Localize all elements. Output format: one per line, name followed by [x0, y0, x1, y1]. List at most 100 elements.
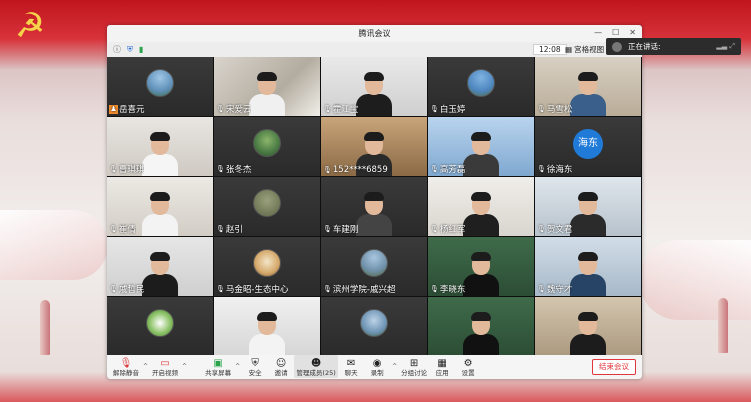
participant-tile[interactable]: 🎙 赵引 [214, 177, 320, 236]
participant-tile[interactable] [107, 297, 213, 356]
avatar [360, 309, 388, 337]
participant-name: 🎙 赵引 [216, 223, 243, 235]
participant-tile[interactable]: 海东 🎙 徐海东 [535, 117, 641, 176]
participant-video [354, 72, 394, 116]
video-grid: ♟ 岳喜元 🎙 宋爱云 🎙 霍江宝 🎙 白玉婷 🎙 马雪松 🎙 曹琪琪 🎙 张冬杰 🎙 152****6859… [107, 57, 642, 356]
participant-tile[interactable] [535, 297, 641, 356]
participant-tile[interactable] [214, 297, 320, 356]
participant-tile[interactable]: 🎙 贺文君 [535, 177, 641, 236]
meeting-toolbar: 🎙 解除静音 ^ ▭ 开启视频 ^ ▣ 共享屏幕 ^ ⛨ 安全 ☺ 邀请 ☻ 管… [107, 355, 642, 379]
chevron-up-icon[interactable]: ^ [235, 363, 240, 370]
audio-level-icon: ▂▃ ⤢ [716, 42, 735, 50]
participant-name: ♟ 岳喜元 [109, 103, 145, 115]
participant-name: 🎙 高芳磊 [430, 163, 465, 175]
participant-tile[interactable] [428, 297, 534, 356]
participant-tile[interactable]: ♟ 岳喜元 [107, 57, 213, 116]
unmute-button[interactable]: 🎙 解除静音 [111, 355, 141, 378]
mic-icon: 🎙 [323, 105, 332, 113]
video-button[interactable]: ▭ 开启视频 [150, 355, 180, 378]
participant-tile[interactable]: 🎙 霍江宝 [321, 57, 427, 116]
avatar [253, 189, 281, 217]
participant-name: 🎙 霍江宝 [323, 103, 358, 115]
participant-tile[interactable] [321, 297, 427, 356]
participant-video [247, 72, 287, 116]
shield-icon[interactable]: ⛨ [127, 45, 133, 55]
info-icon[interactable]: ⓘ [113, 44, 121, 55]
mic-icon: 🎙 [323, 166, 332, 174]
maximize-icon[interactable]: ☐ [612, 28, 619, 37]
gear-icon: ⚙ [463, 358, 473, 369]
participant-tile[interactable]: 🎙 车建刚 [321, 177, 427, 236]
participant-tile[interactable]: 🎙 马金昭-生态中心 [214, 237, 320, 296]
settings-button[interactable]: ⚙ 设置 [455, 355, 481, 378]
record-button[interactable]: ◉ 录制 [364, 355, 390, 378]
participant-name-text: 马金昭-生态中心 [225, 285, 289, 295]
participant-name-text: 曹琪琪 [118, 165, 145, 175]
participant-tile[interactable]: 🎙 宋爱云 [214, 57, 320, 116]
record-icon: ◉ [372, 358, 382, 369]
mic-icon: 🎙 [537, 105, 546, 113]
mic-icon: 🎙 [109, 285, 118, 293]
share-screen-button[interactable]: ▣ 共享屏幕 [203, 355, 233, 378]
participant-video [461, 192, 501, 236]
meeting-time: 12:08 [533, 44, 567, 55]
participant-name: 🎙 崔倩 [109, 223, 136, 235]
video-off-icon: ▭ [160, 358, 170, 369]
participant-video [568, 252, 608, 296]
participant-name: 🎙 马金昭-生态中心 [216, 283, 288, 295]
avatar [253, 249, 281, 277]
participant-name: 🎙 宋爱云 [216, 103, 251, 115]
chat-button[interactable]: ✉ 聊天 [338, 355, 364, 378]
close-icon[interactable]: ✕ [629, 28, 636, 37]
participant-video [140, 252, 180, 296]
participant-tile[interactable]: 🎙 杨红军 [428, 177, 534, 236]
mic-icon: 🎙 [109, 225, 118, 233]
end-meeting-button[interactable]: 结束会议 [592, 359, 636, 375]
chat-icon: ✉ [346, 358, 356, 369]
invite-icon: ☺ [275, 358, 287, 369]
mic-icon: 🎙 [216, 285, 225, 293]
chevron-up-icon[interactable]: ^ [143, 363, 148, 370]
avatar: 海东 [573, 129, 603, 159]
invite-button[interactable]: ☺ 邀请 [268, 355, 294, 378]
participant-video [568, 192, 608, 236]
participant-name-text: 岳喜元 [119, 105, 145, 115]
participant-name: 🎙 戚哲民 [109, 283, 144, 295]
mic-icon: 🎙 [537, 225, 546, 233]
signal-icon[interactable]: ▮ [139, 45, 143, 54]
participant-tile[interactable]: 🎙 戚哲民 [107, 237, 213, 296]
participant-tile[interactable]: 🎙 152****6859 [321, 117, 427, 176]
security-button[interactable]: ⛨ 安全 [242, 355, 268, 378]
participant-tile[interactable]: 🎙 高芳磊 [428, 117, 534, 176]
chevron-up-icon[interactable]: ^ [182, 363, 187, 370]
info-bar: ⓘ ⛨ ▮ 12:08 ▦ 宫格视图 [107, 42, 642, 57]
participant-name-text: 张冬杰 [225, 165, 252, 175]
chevron-up-icon[interactable]: ^ [392, 363, 397, 370]
participant-name: 🎙 车建刚 [323, 223, 358, 235]
host-icon: ♟ [109, 104, 118, 114]
participant-name: 🎙 152****6859 [323, 165, 388, 175]
participant-name: 🎙 李晓东 [430, 283, 465, 295]
participant-tile[interactable]: 🎙 崔倩 [107, 177, 213, 236]
minimize-icon[interactable]: — [594, 28, 602, 37]
window-controls: — ☐ ✕ [594, 28, 636, 37]
participant-tile[interactable]: 🎙 李晓东 [428, 237, 534, 296]
participant-name-text: 魏守才 [546, 285, 573, 295]
breakout-rooms-button[interactable]: ⊞ 分组讨论 [399, 355, 429, 378]
speaking-indicator: 正在讲话: ▂▃ ⤢ [606, 38, 741, 55]
participant-name: 🎙 贺文君 [537, 223, 572, 235]
participant-tile[interactable]: 🎙 马雪松 [535, 57, 641, 116]
participant-tile[interactable]: 🎙 曹琪琪 [107, 117, 213, 176]
participant-tile[interactable]: 🎙 张冬杰 [214, 117, 320, 176]
participant-tile[interactable]: 🎙 魏守才 [535, 237, 641, 296]
grid-view-button[interactable]: ▦ 宫格视图 [565, 44, 604, 55]
participant-tile[interactable]: 🎙 白玉婷 [428, 57, 534, 116]
participant-tile[interactable]: 🎙 滨州学院-戚兴超 [321, 237, 427, 296]
background-ribbon-right [639, 240, 751, 320]
apps-button[interactable]: ▦ 应用 [429, 355, 455, 378]
speaking-label: 正在讲话: [628, 42, 661, 51]
participant-name-text: 崔倩 [118, 225, 136, 235]
window-title: 腾讯会议 [358, 29, 391, 38]
manage-members-button[interactable]: ☻ 管理成员(25) [294, 355, 339, 378]
party-emblem-icon: ☭ [14, 6, 46, 46]
